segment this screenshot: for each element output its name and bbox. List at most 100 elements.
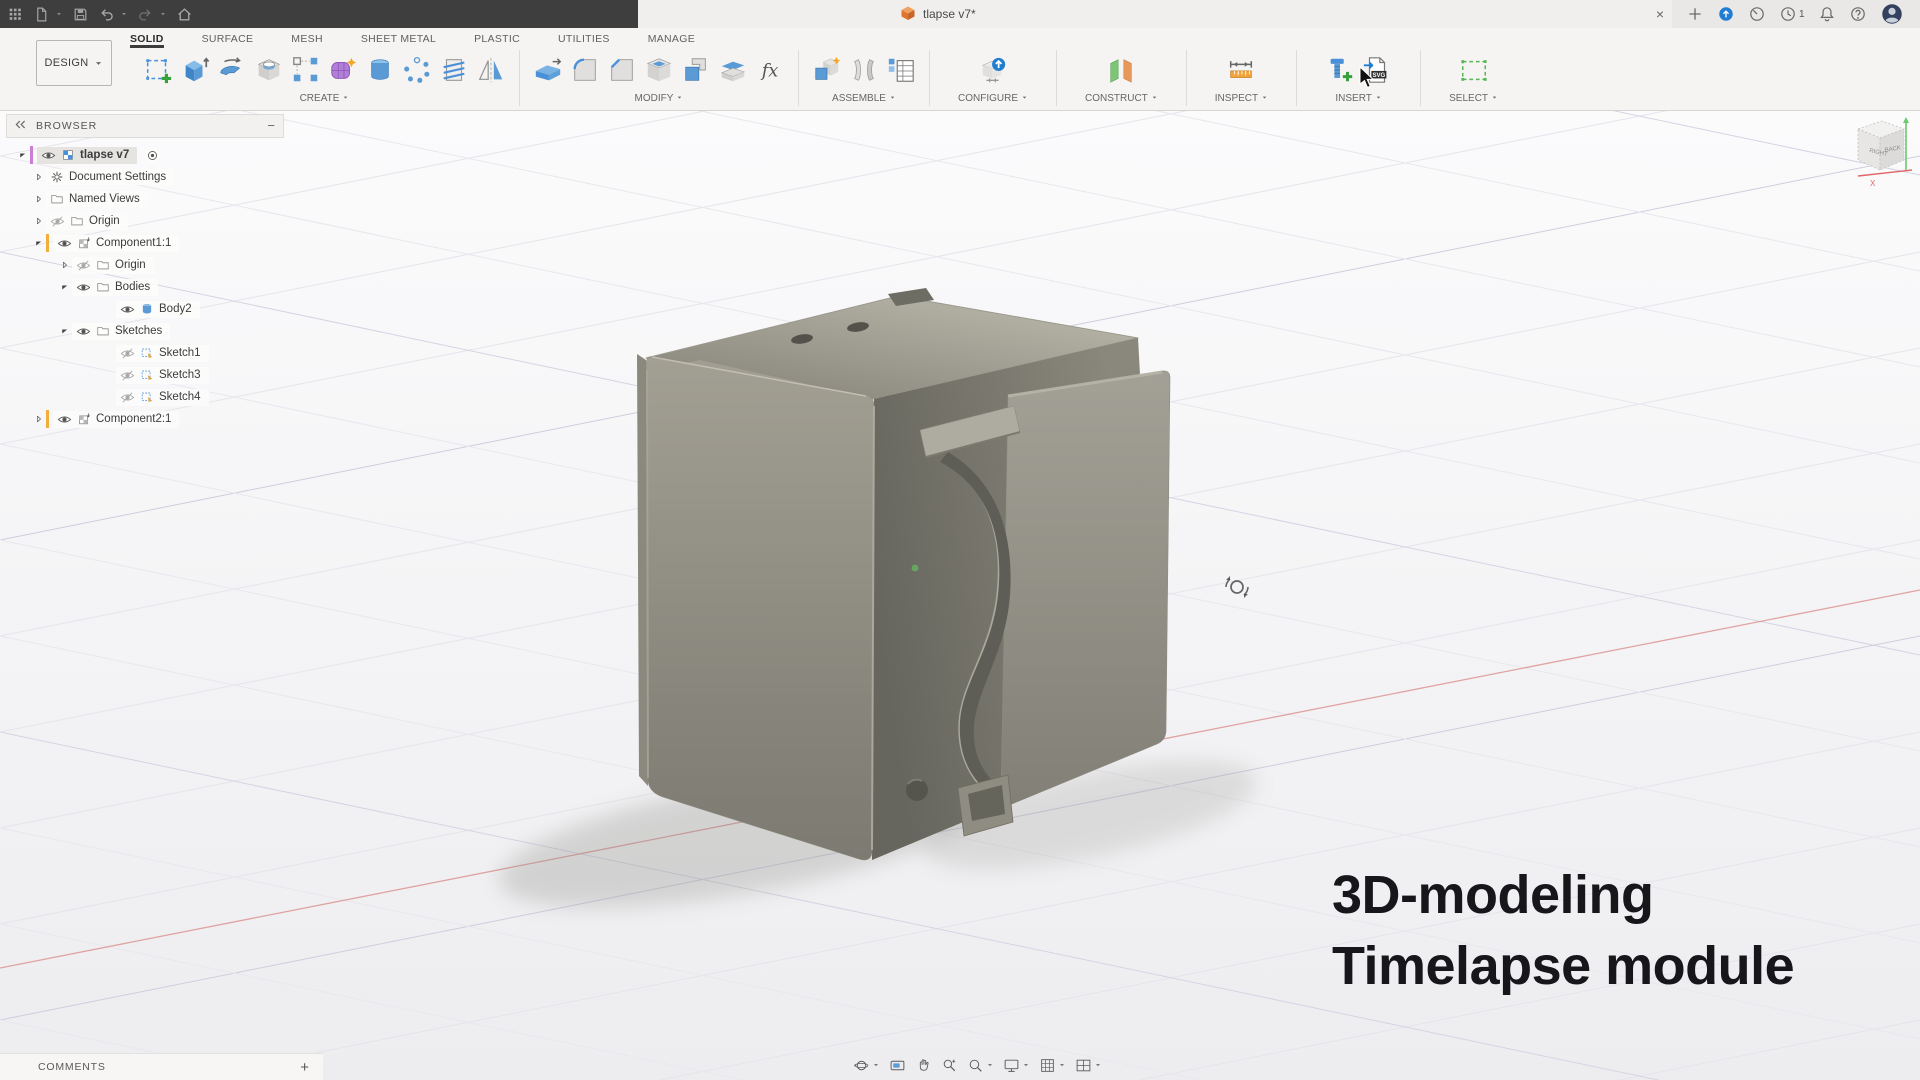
circular-pattern-icon[interactable] — [402, 55, 432, 85]
display-settings-tool[interactable] — [1003, 1057, 1030, 1074]
ribbon-tab-sheet-metal[interactable]: SHEET METAL — [361, 28, 436, 48]
zoom-tool[interactable] — [941, 1057, 958, 1074]
caret-open-icon[interactable] — [58, 282, 72, 292]
ribbon-tab-utilities[interactable]: UTILITIES — [558, 28, 610, 48]
bill-of-materials-icon[interactable] — [886, 55, 916, 85]
mirror-icon[interactable] — [476, 55, 506, 85]
tree-item-component2-1[interactable]: Component2:1 — [6, 408, 284, 430]
visibility-off-icon[interactable] — [120, 368, 135, 383]
visibility-on-icon[interactable] — [76, 280, 91, 295]
home-icon[interactable] — [176, 6, 193, 23]
extensions-icon[interactable] — [1717, 5, 1735, 23]
tree-item-bodies[interactable]: Bodies — [6, 276, 284, 298]
select-window-icon[interactable] — [1459, 55, 1489, 85]
rectangular-pattern-icon[interactable] — [291, 55, 321, 85]
chevron-down-icon[interactable] — [1022, 1061, 1030, 1069]
chevron-down-icon[interactable] — [872, 1061, 880, 1069]
redo-icon[interactable] — [137, 6, 154, 23]
caret-closed-icon[interactable] — [32, 194, 46, 204]
caret-open-icon[interactable] — [32, 238, 46, 248]
chevron-down-icon[interactable] — [55, 5, 63, 23]
save-icon[interactable] — [72, 6, 89, 23]
viewports-tool[interactable] — [1075, 1057, 1102, 1074]
create-form-icon[interactable] — [328, 55, 358, 85]
ribbon-tab-surface[interactable]: SURFACE — [202, 28, 254, 48]
chamfer-icon[interactable] — [607, 55, 637, 85]
visibility-off-icon[interactable] — [120, 390, 135, 405]
insert-fastener-icon[interactable] — [1325, 55, 1355, 85]
tree-item-sketch4[interactable]: Sketch4 — [6, 386, 284, 408]
visibility-on-icon[interactable] — [120, 302, 135, 317]
tree-item-sketches[interactable]: Sketches — [6, 320, 284, 342]
group-label-select[interactable]: SELECT — [1449, 93, 1498, 104]
tree-item-component1-1[interactable]: Component1:1 — [6, 232, 284, 254]
fillet-icon[interactable] — [570, 55, 600, 85]
ribbon-tab-manage[interactable]: MANAGE — [648, 28, 695, 48]
group-label-create[interactable]: CREATE — [300, 93, 350, 104]
visibility-on-icon[interactable] — [41, 148, 56, 163]
primitive-cylinder-icon[interactable] — [365, 55, 395, 85]
bell-icon[interactable] — [1818, 5, 1836, 23]
avatar-icon[interactable] — [1880, 2, 1904, 26]
tree-item-origin[interactable]: Origin — [6, 210, 284, 232]
look-at-tool[interactable] — [889, 1057, 906, 1074]
chevron-down-icon[interactable] — [120, 5, 128, 23]
combine-icon[interactable] — [681, 55, 711, 85]
document-tab[interactable]: tlapse v7* × — [638, 0, 1673, 28]
comments-bar[interactable]: COMMENTS + — [0, 1053, 323, 1080]
hole-icon[interactable] — [254, 55, 284, 85]
visibility-on-icon[interactable] — [57, 236, 72, 251]
workspace-selector[interactable]: DESIGN — [36, 40, 112, 86]
caret-closed-icon[interactable] — [32, 216, 46, 226]
group-label-configure[interactable]: CONFIGURE — [958, 93, 1028, 104]
shell-icon[interactable] — [644, 55, 674, 85]
offset-face-icon[interactable] — [718, 55, 748, 85]
tree-item-sketch1[interactable]: Sketch1 — [6, 342, 284, 364]
visibility-off-icon[interactable] — [76, 258, 91, 273]
ribbon-tab-solid[interactable]: SOLID — [130, 28, 164, 48]
group-label-insert[interactable]: INSERT — [1335, 93, 1382, 104]
collapse-panel-icon[interactable] — [15, 119, 26, 133]
new-component-icon[interactable] — [812, 55, 842, 85]
orbit-tool[interactable] — [853, 1057, 880, 1074]
create-sketch-icon[interactable] — [143, 55, 173, 85]
activate-component-radio[interactable] — [145, 148, 160, 163]
group-label-construct[interactable]: CONSTRUCT — [1085, 93, 1158, 104]
measure-icon[interactable] — [1226, 55, 1256, 85]
tree-item-body2[interactable]: Body2 — [6, 298, 284, 320]
app-grid-icon[interactable] — [7, 6, 24, 23]
undo-icon[interactable] — [98, 6, 115, 23]
tree-item-document-settings[interactable]: Document Settings — [6, 166, 284, 188]
tree-item-sketch3[interactable]: Sketch3 — [6, 364, 284, 386]
ribbon-tab-mesh[interactable]: MESH — [291, 28, 323, 48]
press-pull-icon[interactable] — [533, 55, 563, 85]
job-status-icon[interactable] — [1748, 5, 1766, 23]
configuration-icon[interactable] — [978, 55, 1008, 85]
visibility-off-icon[interactable] — [50, 214, 65, 229]
caret-open-icon[interactable] — [58, 326, 72, 336]
add-comment-button[interactable]: + — [300, 1059, 309, 1076]
revolve-icon[interactable] — [217, 55, 247, 85]
caret-closed-icon[interactable] — [32, 172, 46, 182]
tree-item-origin[interactable]: Origin — [6, 254, 284, 276]
caret-closed-icon[interactable] — [32, 414, 46, 424]
tree-item-tlapse-v7[interactable]: tlapse v7 — [6, 144, 284, 166]
caret-open-icon[interactable] — [16, 150, 30, 160]
chevron-down-icon[interactable] — [986, 1061, 994, 1069]
visibility-on-icon[interactable] — [57, 412, 72, 427]
chevron-down-icon[interactable] — [159, 5, 167, 23]
joint-icon[interactable] — [849, 55, 879, 85]
tree-item-named-views[interactable]: Named Views — [6, 188, 284, 210]
minimize-panel-button[interactable]: − — [267, 121, 275, 131]
group-label-assemble[interactable]: ASSEMBLE — [832, 93, 896, 104]
visibility-off-icon[interactable] — [120, 346, 135, 361]
chevron-down-icon[interactable] — [1058, 1061, 1066, 1069]
new-tab-icon[interactable] — [1686, 5, 1704, 23]
file-icon[interactable] — [33, 6, 50, 23]
visibility-on-icon[interactable] — [76, 324, 91, 339]
extrude-icon[interactable] — [180, 55, 210, 85]
fit-tool[interactable] — [967, 1057, 994, 1074]
close-tab-button[interactable]: × — [1656, 0, 1664, 28]
group-label-modify[interactable]: MODIFY — [635, 93, 684, 104]
caret-closed-icon[interactable] — [58, 260, 72, 270]
